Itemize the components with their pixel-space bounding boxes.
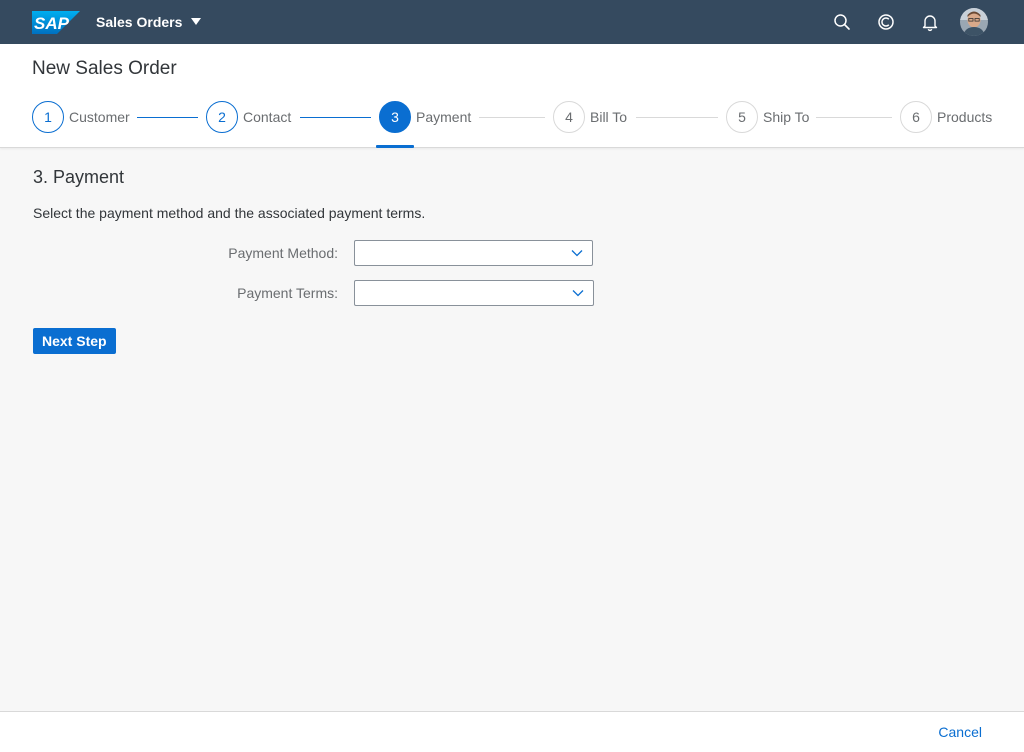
section-description: Select the payment method and the associ… [33,205,426,221]
user-avatar[interactable] [960,8,988,36]
app-title[interactable]: Sales Orders [96,13,182,31]
chevron-down-icon[interactable] [571,249,583,257]
caret-down-icon[interactable] [190,17,202,26]
step-label: Products [937,109,993,125]
next-step-button[interactable]: Next Step [33,328,116,354]
search-icon[interactable] [832,12,852,32]
step-label: Customer [69,109,130,125]
cancel-button[interactable]: Cancel [938,724,982,740]
step-connector [816,117,892,118]
step-label: Bill To [590,109,628,125]
co-pilot-icon[interactable] [876,12,896,32]
page-header: New Sales Order 1 Customer 2 Contact 3 P… [0,44,1024,148]
step-number: 2 [206,101,238,133]
step-connector [479,117,545,118]
current-step-indicator [376,145,414,148]
step-number: 3 [379,101,411,133]
step-connector [636,117,718,118]
bell-icon[interactable] [920,12,940,32]
step-number: 1 [32,101,64,133]
step-number: 4 [553,101,585,133]
step-label: Ship To [763,109,810,125]
step-connector [137,117,198,118]
section-title: 3. Payment [33,167,125,187]
svg-text:SAP: SAP [34,14,70,33]
footer-toolbar: Cancel [0,711,1024,752]
payment-method-label: Payment Method: [228,245,338,261]
step-label: Payment [416,109,472,125]
step-number: 6 [900,101,932,133]
page-title: New Sales Order [32,58,177,79]
payment-terms-select[interactable] [354,280,594,306]
sap-logo[interactable]: SAP [32,11,80,34]
chevron-down-icon[interactable] [572,289,584,297]
shell-bar: SAP Sales Orders [0,0,1024,44]
step-connector [300,117,371,118]
step-label: Contact [243,109,292,125]
payment-method-select[interactable] [354,240,593,266]
payment-terms-label: Payment Terms: [237,285,338,301]
step-number: 5 [726,101,758,133]
